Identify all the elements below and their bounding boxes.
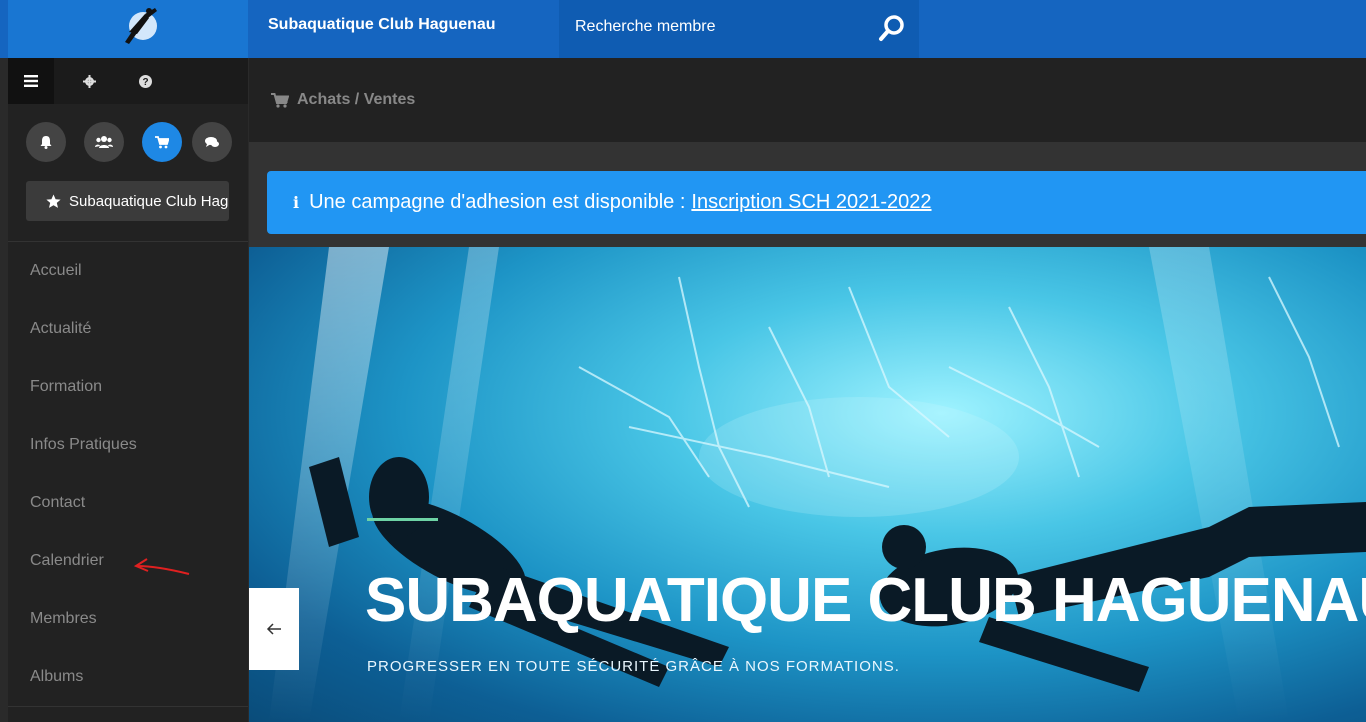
sidebar-item-formation[interactable]: Formation <box>8 358 248 416</box>
tab-help[interactable]: ? <box>122 58 168 104</box>
info-icon: i <box>293 193 300 212</box>
sidebar-item-calendrier[interactable]: Calendrier <box>8 532 248 590</box>
star-icon <box>46 194 61 208</box>
sidebar-item-label: Accueil <box>30 262 82 279</box>
hero-slider: SUBAQUATIQUE CLUB HAGUENAU PROGRESSER EN… <box>249 247 1366 722</box>
slider-prev-button[interactable] <box>249 588 299 670</box>
sidebar-item-label: Membres <box>30 610 97 627</box>
sidebar-item-membres[interactable]: Membres <box>8 590 248 648</box>
sidebar-item-label: Calendrier <box>30 552 104 569</box>
alert-link[interactable]: Inscription SCH 2021-2022 <box>691 191 931 214</box>
sidebar-item-actualite[interactable]: Actualité <box>8 300 248 358</box>
cart-icon <box>271 92 289 108</box>
sidebar-nav: Accueil Actualité Formation Infos Pratiq… <box>8 242 248 706</box>
breadcrumb: Achats / Ventes <box>271 91 415 109</box>
sidebar-item-contact[interactable]: Contact <box>8 474 248 532</box>
search-icon <box>879 15 904 41</box>
search-input[interactable] <box>575 14 855 40</box>
arrow-left-icon <box>266 623 281 635</box>
sidebar: ? Subaquatique Club Hag Accueil Actualit… <box>8 58 248 722</box>
club-name-link[interactable]: Subaquatique Club Haguenau <box>268 16 496 34</box>
messages-button[interactable] <box>192 122 232 162</box>
hero-background-image <box>269 247 1366 722</box>
search-button[interactable] <box>875 12 909 46</box>
members-button[interactable] <box>84 122 124 162</box>
sidebar-bottom-divider <box>8 706 248 707</box>
search-box <box>559 0 919 58</box>
tab-menu[interactable] <box>8 58 54 104</box>
top-bar: Subaquatique Club Haguenau <box>0 0 1366 58</box>
shop-button[interactable] <box>142 122 182 162</box>
breadcrumb-label: Achats / Ventes <box>297 91 416 108</box>
red-arrow-annotation-icon <box>133 558 190 575</box>
chat-icon <box>205 136 219 147</box>
club-selector-button[interactable]: Subaquatique Club Hag <box>26 181 229 221</box>
hero-accent-line <box>367 518 438 521</box>
sidebar-item-infos-pratiques[interactable]: Infos Pratiques <box>8 416 248 474</box>
cart-icon <box>155 135 169 148</box>
club-selector-label: Subaquatique Club Hag <box>69 192 229 210</box>
sidebar-item-label: Albums <box>30 668 84 685</box>
logo-area <box>8 0 248 58</box>
diver-logo-icon[interactable] <box>115 2 169 52</box>
sidebar-item-label: Contact <box>30 494 86 511</box>
sidebar-item-label: Infos Pratiques <box>30 436 137 453</box>
notifications-button[interactable] <box>26 122 66 162</box>
sidebar-item-albums[interactable]: Albums <box>8 648 248 706</box>
alert-text: Une campagne d'adhesion est disponible : <box>309 191 686 213</box>
tab-settings[interactable] <box>66 58 112 104</box>
info-alert: i Une campagne d'adhesion est disponible… <box>267 171 1366 234</box>
sidebar-item-label: Formation <box>30 378 103 395</box>
gear-icon <box>82 74 96 88</box>
question-icon: ? <box>138 74 152 88</box>
list-icon <box>24 75 38 87</box>
page-header: Achats / Ventes <box>249 58 1366 142</box>
sidebar-item-label: Actualité <box>30 320 92 337</box>
sidebar-tabs: ? <box>8 58 248 104</box>
sidebar-item-accueil[interactable]: Accueil <box>8 242 248 300</box>
hero-subtitle: PROGRESSER EN TOUTE SÉCURITÉ GRÂCE À NOS… <box>367 658 900 675</box>
svg-text:?: ? <box>142 77 148 88</box>
hero-title: SUBAQUATIQUE CLUB HAGUENAU <box>365 566 1366 635</box>
bell-icon <box>40 136 52 149</box>
users-icon <box>95 136 113 148</box>
